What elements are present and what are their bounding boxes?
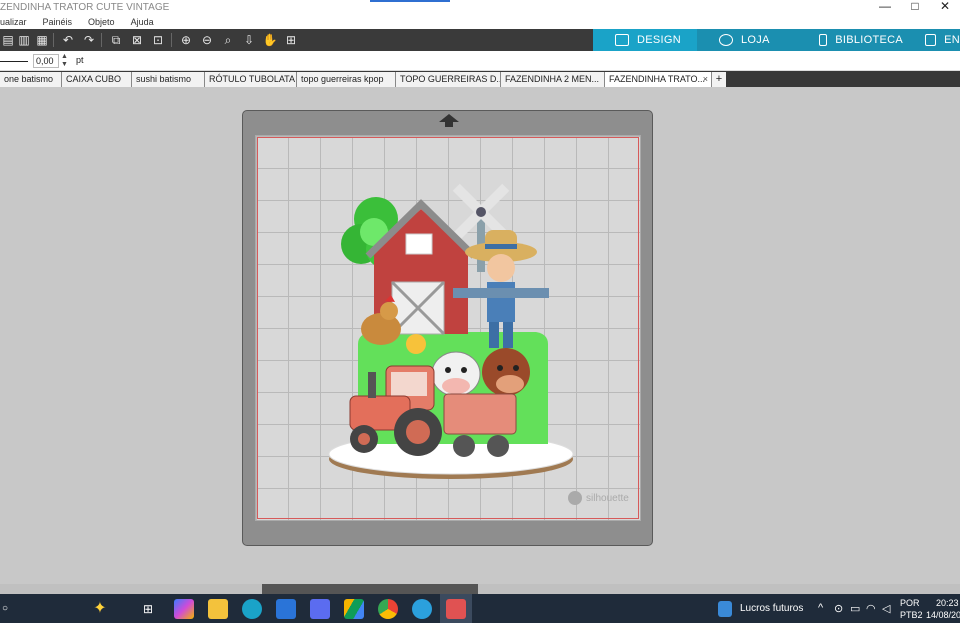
menu-object[interactable]: Objeto — [88, 15, 115, 29]
tab-send-label: EN — [944, 34, 960, 46]
tab-library[interactable]: BIBLIOTECA — [797, 29, 903, 51]
clock-time[interactable]: 20:23 — [936, 598, 959, 608]
chevron-up-icon[interactable]: ^ — [818, 602, 823, 614]
copilot-spark-icon[interactable]: ✦ — [90, 599, 110, 619]
line-style-sample[interactable] — [0, 61, 28, 62]
camera-icon[interactable]: ⊙ — [834, 602, 843, 615]
tab-design[interactable]: DESIGN — [593, 29, 697, 51]
feed-arrow-icon — [439, 114, 459, 127]
weather-widget-icon[interactable] — [718, 601, 732, 617]
zoom-fit-icon[interactable]: ⌕ — [220, 32, 236, 48]
close-button[interactable]: ✕ — [930, 0, 960, 15]
tab-send[interactable]: EN — [903, 29, 960, 51]
redo-icon[interactable]: ↷ — [81, 32, 97, 48]
move-down-icon[interactable]: ⇩ — [241, 32, 257, 48]
clipboard-2-icon[interactable]: ▦ — [34, 32, 50, 48]
document-tabs: one batismo CAIXA CUBO sushi batismo RÓT… — [0, 71, 960, 87]
network-icon[interactable]: ▭ — [850, 602, 860, 615]
cutting-mat[interactable]: silhouette — [255, 135, 641, 521]
main-toolbar: ▤ ▥ ▦ ↶ ↷ ⧉ ⊠ ⊡ ⊕ ⊖ ⌕ ⇩ ✋ ⊞ DESIGN LOJA … — [0, 29, 960, 51]
line-width-unit: pt — [76, 55, 84, 65]
clock-date[interactable]: 14/08/20 — [926, 610, 960, 620]
menu-bar: ualizar Painéis Objeto Ajuda — [0, 15, 960, 29]
grid-icon — [615, 34, 629, 46]
silhouette-watermark: silhouette — [568, 491, 629, 505]
download-icon — [819, 34, 828, 46]
menu-view[interactable]: ualizar — [0, 15, 27, 29]
tab-store[interactable]: LOJA — [697, 29, 797, 51]
doc-tab[interactable]: TOPO GUERREIRAS D... — [396, 72, 501, 87]
minimize-button[interactable]: — — [870, 0, 900, 15]
close-tab-icon[interactable]: × — [703, 72, 708, 87]
property-bar: 0,00 ▲ ▼ pt — [0, 51, 960, 71]
taskbar: ○ ✦ ⊞ Lucros futuros ^ ⊙ ▭ ◠ ◁ POR PTB2 … — [0, 594, 960, 623]
language-code[interactable]: POR — [900, 598, 920, 608]
task-view-icon[interactable]: ⊞ — [138, 599, 158, 619]
keyboard-layout[interactable]: PTB2 — [900, 610, 923, 620]
window-title: ZENDINHA TRATOR CUTE VINTAGE — [0, 2, 170, 13]
window-controls: — □ ✕ — [870, 0, 960, 15]
doc-tab[interactable]: sushi batismo — [132, 72, 205, 87]
clipboard-icon[interactable]: ▥ — [16, 32, 32, 48]
work-area[interactable]: silhouette — [0, 87, 960, 594]
menu-help[interactable]: Ajuda — [131, 15, 154, 29]
title-bar: ZENDINHA TRATOR CUTE VINTAGE — □ ✕ — [0, 0, 960, 15]
horizontal-scrollbar[interactable] — [0, 584, 960, 594]
tab-store-label: LOJA — [741, 34, 770, 46]
zoom-out-icon[interactable]: ⊖ — [199, 32, 215, 48]
volume-icon[interactable]: ◁ — [882, 602, 890, 615]
title-accent — [370, 0, 450, 2]
store-icon — [719, 34, 733, 46]
outlook-icon[interactable] — [276, 599, 296, 619]
ungroup-icon[interactable]: ⊠ — [129, 32, 145, 48]
weather-widget-text[interactable]: Lucros futuros — [740, 603, 803, 614]
line-width-stepper[interactable]: ▲ ▼ — [61, 53, 68, 69]
menu-panels[interactable]: Painéis — [43, 15, 73, 29]
maximize-button[interactable]: □ — [900, 0, 930, 15]
add-tab-button[interactable]: + — [712, 72, 726, 87]
search-icon[interactable]: ○ — [2, 603, 8, 614]
undo-icon[interactable]: ↶ — [60, 32, 76, 48]
group-icon[interactable]: ⧉ — [108, 32, 124, 48]
scrollbar-thumb[interactable] — [262, 584, 478, 594]
store-app-icon[interactable] — [310, 599, 330, 619]
copilot-icon[interactable] — [174, 599, 194, 619]
chrome-icon[interactable] — [378, 599, 398, 619]
paste-icon[interactable]: ▤ — [0, 32, 16, 48]
line-width-input[interactable]: 0,00 — [33, 54, 59, 68]
file-explorer-icon[interactable] — [208, 599, 228, 619]
doc-tab[interactable]: one batismo — [0, 72, 62, 87]
doc-tab[interactable]: topo guerreiras kpop — [297, 72, 396, 87]
silhouette-logo-icon — [568, 491, 582, 505]
select-all-icon[interactable]: ⊡ — [150, 32, 166, 48]
doc-tab[interactable]: FAZENDINHA 2 MEN... — [501, 72, 605, 87]
zoom-in-icon[interactable]: ⊕ — [178, 32, 194, 48]
wifi-icon[interactable]: ◠ — [866, 602, 876, 615]
tab-design-label: DESIGN — [637, 34, 681, 46]
watermark-text: silhouette — [586, 492, 629, 504]
telegram-icon[interactable] — [412, 599, 432, 619]
google-drive-icon[interactable] — [344, 599, 364, 619]
pan-hand-icon[interactable]: ✋ — [262, 32, 278, 48]
farm-cake-topper-artwork[interactable] — [326, 174, 576, 484]
doc-tab[interactable]: CAIXA CUBO — [62, 72, 132, 87]
send-icon — [925, 34, 937, 46]
doc-tab-active[interactable]: FAZENDINHA TRATO... × — [605, 72, 712, 87]
cutting-mat-frame: silhouette — [242, 110, 653, 546]
add-page-icon[interactable]: ⊞ — [283, 32, 299, 48]
tab-library-label: BIBLIOTECA — [835, 34, 903, 46]
doc-tab[interactable]: RÓTULO TUBOLATA — [205, 72, 297, 87]
silhouette-studio-icon[interactable] — [446, 599, 466, 619]
silhouette-app-icon[interactable] — [242, 599, 262, 619]
